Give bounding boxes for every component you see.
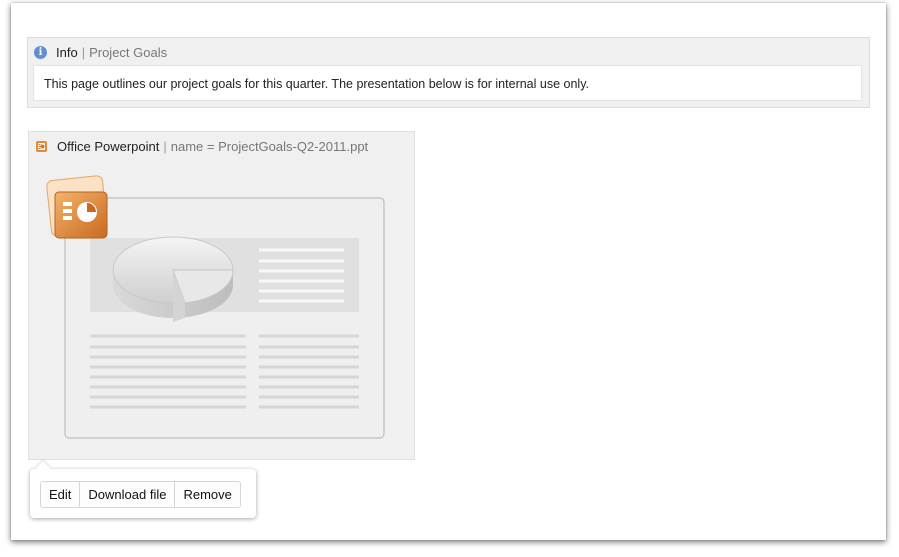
separator: | xyxy=(163,138,167,154)
separator: | xyxy=(81,44,86,60)
office-macro-title: Office Powerpoint xyxy=(57,138,160,154)
info-macro-header: i Info | Project Goals xyxy=(34,44,167,60)
info-macro-body: This page outlines our project goals for… xyxy=(33,65,862,101)
powerpoint-logo-icon xyxy=(46,175,108,239)
powerpoint-icon xyxy=(36,140,47,152)
office-powerpoint-macro[interactable]: Office Powerpoint | name = ProjectGoals-… xyxy=(28,131,415,460)
remove-button[interactable]: Remove xyxy=(175,482,239,507)
info-macro-title: Info xyxy=(56,44,78,60)
office-macro-header: Office Powerpoint | name = ProjectGoals-… xyxy=(35,138,368,154)
info-macro-subtitle: Project Goals xyxy=(89,44,168,60)
download-file-button[interactable]: Download file xyxy=(80,482,176,507)
macro-property-toolbar: Edit Download file Remove xyxy=(30,469,256,518)
info-macro: i Info | Project Goals This page outline… xyxy=(27,37,870,108)
toolbar-button-group: Edit Download file Remove xyxy=(40,481,241,508)
office-macro-filename: name = ProjectGoals-Q2-2011.ppt xyxy=(170,138,369,154)
page-content: i Info | Project Goals This page outline… xyxy=(11,3,886,540)
slide-frame xyxy=(64,197,385,439)
info-icon: i xyxy=(34,45,47,59)
edit-button[interactable]: Edit xyxy=(41,482,81,507)
presentation-preview[interactable] xyxy=(45,172,390,442)
